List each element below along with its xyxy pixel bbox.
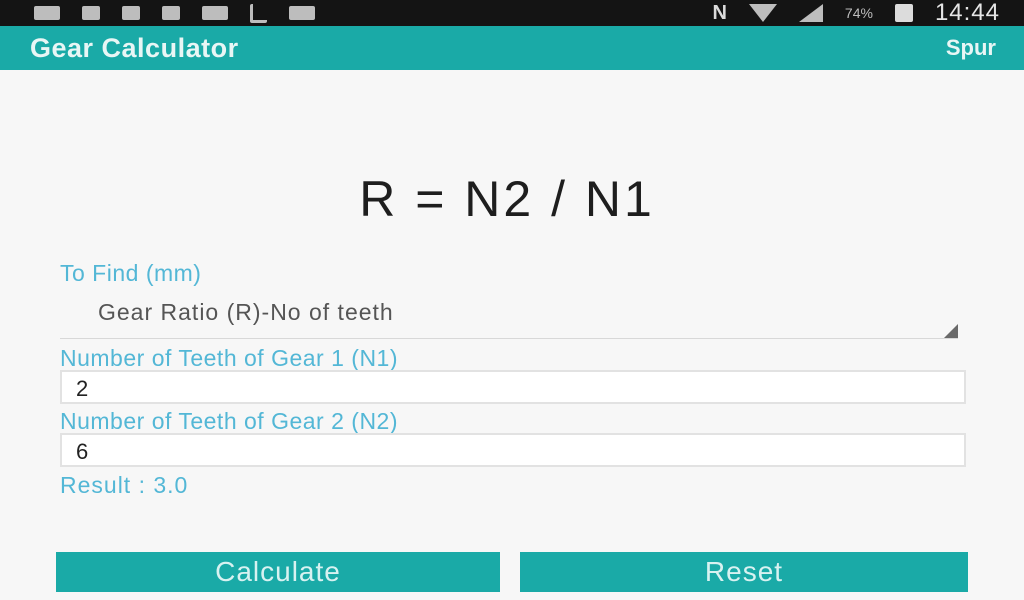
signal-icon [798,4,823,22]
app-bar: Gear Calculator Spur [0,26,1024,70]
dropdown-arrow-icon [944,324,958,338]
gear1-label: Number of Teeth of Gear 1 (N1) [60,345,398,371]
to-find-label: To Find (mm) [60,260,202,286]
reset-button[interactable]: Reset [520,552,968,592]
gear2-teeth-value: 6 [76,439,89,464]
image-icon [289,6,315,20]
app-title: Gear Calculator [30,32,239,63]
spur-menu-button[interactable]: Spur [946,35,996,61]
gear2-teeth-input[interactable]: 6 [60,433,966,467]
back-icon [34,6,60,20]
gear1-teeth-value: 2 [76,376,89,401]
facebook-icon [162,6,180,20]
status-notifications [34,3,315,23]
gear2-label: Number of Teeth of Gear 2 (N2) [60,408,398,434]
mail-icon [202,6,228,20]
battery-icon [894,4,913,22]
to-find-selected-value: Gear Ratio (R)-No of teeth [98,299,394,325]
battery-percent: 74% [844,5,873,21]
result-text: Result : 3.0 [60,472,189,498]
calculate-button[interactable]: Calculate [56,552,500,592]
app-icon [82,6,100,20]
wifi-icon [748,4,777,22]
usb-icon [250,3,267,23]
status-system: N 74% 14:44 [712,0,1000,27]
clock: 14:44 [934,0,1000,26]
status-bar: N 74% 14:44 [0,0,1024,26]
facebook-icon [122,6,140,20]
formula-display: R = N2 / N1 [359,171,655,227]
nfc-icon: N [712,1,727,24]
to-find-dropdown[interactable]: Gear Ratio (R)-No of teeth [60,296,958,339]
gear1-teeth-input[interactable]: 2 [60,370,966,404]
